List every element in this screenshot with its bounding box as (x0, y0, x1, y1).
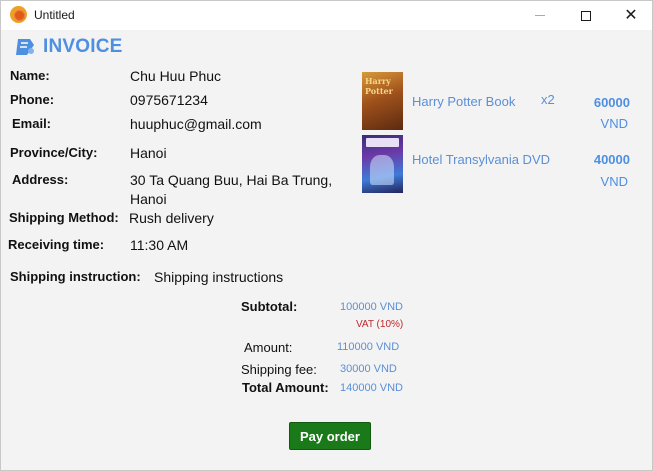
maximize-icon (581, 10, 591, 21)
window-title: Untitled (34, 8, 75, 22)
shipping-fee-value: 30000 VND (340, 363, 397, 375)
product-cover-hotel-transylvania (362, 135, 403, 193)
total-amount-value: 140000 VND (340, 382, 403, 394)
pay-order-button[interactable]: Pay order (289, 422, 371, 450)
product-quantity: x2 (541, 92, 555, 107)
total-amount-label: Total Amount: (242, 380, 329, 395)
phone-label: Phone: (10, 92, 55, 107)
amount-value: 110000 VND (337, 341, 400, 353)
app-icon (10, 6, 27, 23)
close-button[interactable]: ✕ (608, 1, 653, 30)
title-bar[interactable]: Untitled ✕ (1, 1, 652, 30)
product-cover-harry-potter: Harry Potter (362, 72, 403, 130)
province-value: Hanoi (130, 145, 167, 161)
cover-art (370, 155, 394, 185)
shipping-method-label: Shipping Method: (9, 210, 119, 225)
receiving-time-value: 11:30 AM (130, 237, 189, 253)
email-value: huuphuc@gmail.com (130, 116, 262, 132)
address-label: Address: (12, 172, 69, 187)
cover-title-band (366, 138, 399, 147)
product-price: 60000 (593, 95, 630, 110)
shipping-method-value: Rush delivery (129, 210, 214, 226)
close-icon: ✕ (624, 6, 638, 24)
shipping-instruction-label: Shipping instruction: (10, 269, 141, 284)
amount-label: Amount: (244, 340, 293, 355)
shipping-instruction-value: Shipping instructions (154, 269, 284, 285)
address-line1: 30 Ta Quang Buu, Hai Ba Trung, (130, 172, 333, 188)
invoice-ticket-icon (16, 39, 34, 55)
product-name: Hotel Transylvania DVD (412, 152, 550, 167)
invoice-heading: INVOICE (43, 36, 123, 57)
address-line2: Hanoi (130, 191, 167, 207)
product-currency: VND (600, 116, 628, 131)
maximize-button[interactable] (563, 1, 609, 30)
subtotal-label: Subtotal: (241, 299, 298, 314)
phone-value: 0975671234 (130, 92, 208, 108)
cover-title-text: Harry Potter (365, 76, 393, 96)
province-label: Province/City: (10, 145, 98, 160)
shipping-fee-label: Shipping fee: (241, 362, 317, 377)
email-label: Email: (12, 116, 52, 131)
receiving-time-label: Receiving time: (8, 237, 105, 252)
product-name: Harry Potter Book (412, 94, 516, 109)
subtotal-value: 100000 VND (340, 301, 403, 313)
product-currency: VND (600, 174, 628, 189)
vat-label: VAT (10%) (356, 319, 404, 330)
product-price: 40000 (593, 152, 630, 167)
minimize-button[interactable] (517, 1, 563, 30)
invoice-window: Untitled ✕ INVOICE Name: Chu Huu Phuc Ph… (0, 0, 653, 471)
name-label: Name: (10, 68, 50, 83)
minimize-icon (535, 15, 545, 16)
name-value: Chu Huu Phuc (130, 68, 222, 84)
